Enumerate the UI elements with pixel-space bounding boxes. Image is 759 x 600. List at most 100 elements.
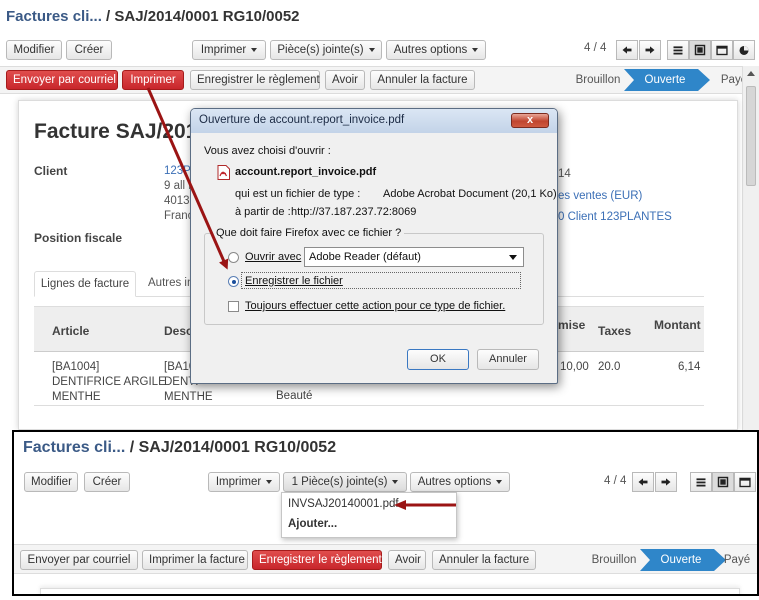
tab-other-info[interactable]: Autres in	[148, 277, 193, 289]
row-article-line: MENTHE	[52, 391, 101, 403]
inset-more-options-dropdown[interactable]: Autres options	[410, 472, 510, 492]
inset-pager-previous-button[interactable]	[632, 472, 654, 492]
row-amount: 6,14	[678, 361, 701, 373]
inset-calendar-view-button[interactable]	[734, 472, 756, 492]
pie-chart-icon	[739, 45, 749, 55]
dialog-filename: account.report_invoice.pdf	[235, 166, 377, 178]
pager-next-button[interactable]	[639, 40, 661, 60]
send-email-button[interactable]: Envoyer par courriel	[6, 70, 118, 90]
pager-previous-button[interactable]	[616, 40, 638, 60]
stage-draft[interactable]: Brouillon	[568, 69, 628, 91]
pdf-file-icon	[217, 165, 230, 180]
dialog-cancel-button[interactable]: Annuler	[477, 349, 539, 370]
file-type-value: Adobe Acrobat Document (20,1 Ko)	[383, 188, 557, 200]
radio-save-file[interactable]	[228, 276, 239, 287]
inset-create-button[interactable]: Créer	[84, 472, 130, 492]
invoice-title: Facture SAJ/201	[34, 120, 198, 143]
caret-down-icon	[368, 47, 375, 52]
edit-button[interactable]: Modifier	[6, 40, 62, 60]
stage-open[interactable]: Ouverte	[634, 69, 696, 91]
attachments-dropdown-label: Pièce(s) jointe(s)	[277, 44, 364, 56]
inset-pager-label: 4 / 4	[604, 475, 627, 487]
calendar-view-button[interactable]	[711, 40, 733, 60]
close-icon[interactable]: x	[511, 113, 549, 128]
arrow-left-icon	[638, 478, 648, 486]
list-view-button[interactable]	[667, 40, 689, 60]
add-attachment-item[interactable]: Ajouter...	[288, 518, 337, 530]
account-link[interactable]: 0 Client 123PLANTES	[558, 211, 672, 223]
inset-attachments-label: 1 Pièce(s) jointe(s)	[291, 476, 388, 488]
always-label[interactable]: Toujours effectuer cette action pour ce …	[245, 300, 505, 312]
inset-edit-button[interactable]: Modifier	[24, 472, 78, 492]
scrollbar-thumb[interactable]	[746, 86, 756, 186]
cancel-invoice-button[interactable]: Annuler la facture	[370, 70, 475, 90]
attachment-file-item[interactable]: INVSAJ20140001.pdf	[288, 498, 399, 510]
inset-cancel-invoice-button[interactable]: Annuler la facture	[432, 550, 536, 570]
calendar-icon	[739, 477, 751, 488]
always-checkbox[interactable]	[228, 301, 239, 312]
print-invoice-button[interactable]: Imprimer	[122, 70, 184, 90]
source-label: à partir de :	[235, 206, 291, 218]
inset-list-view-button[interactable]	[690, 472, 712, 492]
invoice-date-value: 14	[558, 168, 571, 180]
list-icon	[673, 46, 683, 55]
caret-down-icon	[496, 479, 503, 484]
caret-down-icon	[266, 479, 273, 484]
inset-credit-note-button[interactable]: Avoir	[388, 550, 426, 570]
form-icon	[694, 44, 706, 56]
scroll-up-icon[interactable]	[747, 71, 755, 76]
inset-pager-next-button[interactable]	[655, 472, 677, 492]
col-amount[interactable]: Montant	[654, 318, 701, 332]
open-with-select[interactable]: Adobe Reader (défaut)	[304, 247, 524, 267]
file-open-dialog: Ouverture de account.report_invoice.pdf …	[190, 108, 558, 384]
form-icon	[717, 476, 729, 488]
breadcrumb-parent[interactable]: Factures cli...	[6, 8, 102, 25]
journal-link[interactable]: es ventes (EUR)	[558, 190, 642, 202]
inset-stage-open[interactable]: Ouverte	[650, 549, 712, 571]
scrollbar[interactable]	[742, 66, 759, 430]
inset-send-email-button[interactable]: Envoyer par courriel	[20, 550, 138, 570]
arrow-right-icon	[661, 478, 671, 486]
caret-down-icon	[472, 47, 479, 52]
attachments-dropdown[interactable]: Pièce(s) jointe(s)	[270, 40, 382, 60]
open-with-label[interactable]: Ouvrir avec	[245, 251, 301, 263]
create-button[interactable]: Créer	[66, 40, 112, 60]
inset-breadcrumb-parent[interactable]: Factures cli...	[23, 439, 125, 456]
inset-stage-draft[interactable]: Brouillon	[588, 549, 640, 571]
inset-attachments-dropdown[interactable]: 1 Pièce(s) jointe(s)	[283, 472, 407, 492]
more-options-dropdown[interactable]: Autres options	[386, 40, 486, 60]
credit-note-button[interactable]: Avoir	[325, 70, 365, 90]
open-with-app: Adobe Reader (défaut)	[309, 251, 421, 263]
row-article-line: [BA1004]	[52, 361, 100, 373]
dialog-ok-button[interactable]: OK	[407, 349, 469, 370]
page-title: Factures cli... / SAJ/2014/0001 RG10/005…	[6, 8, 300, 25]
inset-print-invoice-button[interactable]: Imprimer la facture	[142, 550, 248, 570]
print-dropdown[interactable]: Imprimer	[192, 40, 266, 60]
inset-more-options-label: Autres options	[417, 476, 492, 488]
dropdown-arrow-icon	[509, 255, 517, 260]
calendar-icon	[716, 45, 728, 56]
breadcrumb-current: / SAJ/2014/0001 RG10/0052	[106, 8, 300, 25]
list-icon	[696, 478, 706, 487]
inset-print-dropdown[interactable]: Imprimer	[208, 472, 280, 492]
radio-open-with[interactable]	[228, 252, 239, 263]
inset-register-payment-button[interactable]: Enregistrer le règlement	[252, 550, 382, 570]
graph-view-button[interactable]	[733, 40, 755, 60]
register-payment-button[interactable]: Enregistrer le règlement	[190, 70, 320, 90]
form-view-button[interactable]	[689, 40, 711, 60]
row-taxes: 20.0	[598, 361, 621, 373]
screenshot: Factures cli... / SAJ/2014/0001 RG10/005…	[0, 0, 759, 600]
row-article-line: DENTIFRICE ARGILE	[52, 376, 166, 388]
dialog-titlebar[interactable]: Ouverture de account.report_invoice.pdf …	[191, 109, 557, 133]
inset-form-view-button[interactable]	[712, 472, 734, 492]
inset-stage-paid[interactable]: Payé	[719, 549, 755, 571]
chosen-label: Vous avez choisi d'ouvrir :	[204, 145, 331, 157]
save-file-label[interactable]: Enregistrer le fichier	[245, 275, 343, 287]
source-url: http://37.187.237.72:8069	[291, 206, 417, 218]
inset-sheet-edge	[40, 588, 740, 594]
col-article[interactable]: Article	[52, 324, 89, 338]
attachments-menu: INVSAJ20140001.pdf Ajouter...	[281, 492, 457, 538]
col-taxes[interactable]: Taxes	[598, 324, 631, 338]
col-discount[interactable]: mise	[558, 318, 585, 332]
tab-invoice-lines[interactable]: Lignes de facture	[34, 271, 136, 297]
